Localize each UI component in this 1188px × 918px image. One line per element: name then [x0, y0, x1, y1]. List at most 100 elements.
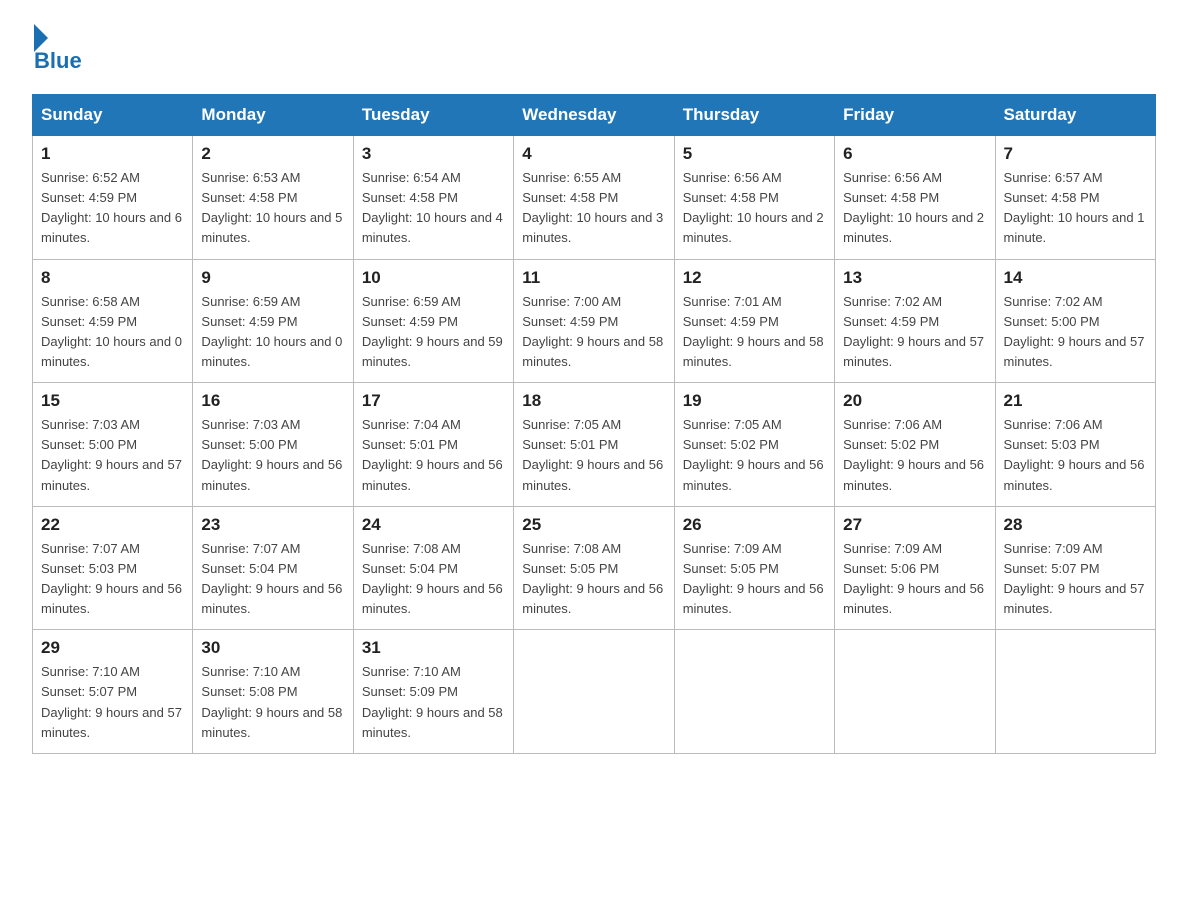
weekday-header-tuesday: Tuesday: [353, 95, 513, 136]
week-row-1: 1 Sunrise: 6:52 AMSunset: 4:59 PMDaylight…: [33, 136, 1156, 260]
day-info: Sunrise: 6:59 AMSunset: 4:59 PMDaylight:…: [201, 292, 344, 373]
calendar-cell: [674, 630, 834, 754]
day-number: 2: [201, 144, 344, 164]
calendar-cell: 23 Sunrise: 7:07 AMSunset: 5:04 PMDayligh…: [193, 506, 353, 630]
calendar-cell: 6 Sunrise: 6:56 AMSunset: 4:58 PMDaylight…: [835, 136, 995, 260]
day-info: Sunrise: 6:56 AMSunset: 4:58 PMDaylight:…: [843, 168, 986, 249]
day-info: Sunrise: 6:57 AMSunset: 4:58 PMDaylight:…: [1004, 168, 1147, 249]
day-info: Sunrise: 7:05 AMSunset: 5:02 PMDaylight:…: [683, 415, 826, 496]
week-row-2: 8 Sunrise: 6:58 AMSunset: 4:59 PMDaylight…: [33, 259, 1156, 383]
day-info: Sunrise: 6:52 AMSunset: 4:59 PMDaylight:…: [41, 168, 184, 249]
calendar-cell: 9Sunrise: 6:59 AMSunset: 4:59 PMDaylight…: [193, 259, 353, 383]
day-info: Sunrise: 7:10 AMSunset: 5:09 PMDaylight:…: [362, 662, 505, 743]
weekday-header-friday: Friday: [835, 95, 995, 136]
week-row-3: 15 Sunrise: 7:03 AMSunset: 5:00 PMDayligh…: [33, 383, 1156, 507]
weekday-header-thursday: Thursday: [674, 95, 834, 136]
day-info: Sunrise: 7:02 AMSunset: 5:00 PMDaylight:…: [1004, 292, 1147, 373]
calendar-cell: [514, 630, 674, 754]
day-number: 4: [522, 144, 665, 164]
calendar-cell: 2 Sunrise: 6:53 AMSunset: 4:58 PMDaylight…: [193, 136, 353, 260]
week-row-4: 22Sunrise: 7:07 AMSunset: 5:03 PMDayligh…: [33, 506, 1156, 630]
day-number: 6: [843, 144, 986, 164]
day-info: Sunrise: 7:05 AMSunset: 5:01 PMDaylight:…: [522, 415, 665, 496]
calendar-cell: 21Sunrise: 7:06 AMSunset: 5:03 PMDayligh…: [995, 383, 1155, 507]
day-info: Sunrise: 7:07 AMSunset: 5:04 PMDaylight:…: [201, 539, 344, 620]
day-info: Sunrise: 6:56 AMSunset: 4:58 PMDaylight:…: [683, 168, 826, 249]
calendar-cell: 18 Sunrise: 7:05 AMSunset: 5:01 PMDayligh…: [514, 383, 674, 507]
day-number: 12: [683, 268, 826, 288]
day-info: Sunrise: 7:06 AMSunset: 5:02 PMDaylight:…: [843, 415, 986, 496]
day-info: Sunrise: 7:08 AMSunset: 5:04 PMDaylight:…: [362, 539, 505, 620]
day-info: Sunrise: 7:04 AMSunset: 5:01 PMDaylight:…: [362, 415, 505, 496]
day-info: Sunrise: 7:03 AMSunset: 5:00 PMDaylight:…: [201, 415, 344, 496]
week-row-5: 29 Sunrise: 7:10 AMSunset: 5:07 PMDayligh…: [33, 630, 1156, 754]
calendar-cell: 5 Sunrise: 6:56 AMSunset: 4:58 PMDaylight…: [674, 136, 834, 260]
day-number: 3: [362, 144, 505, 164]
calendar-cell: 31Sunrise: 7:10 AMSunset: 5:09 PMDayligh…: [353, 630, 513, 754]
day-info: Sunrise: 6:59 AMSunset: 4:59 PMDaylight:…: [362, 292, 505, 373]
calendar-cell: 7Sunrise: 6:57 AMSunset: 4:58 PMDaylight…: [995, 136, 1155, 260]
day-number: 24: [362, 515, 505, 535]
day-info: Sunrise: 7:00 AMSunset: 4:59 PMDaylight:…: [522, 292, 665, 373]
calendar-cell: 16 Sunrise: 7:03 AMSunset: 5:00 PMDayligh…: [193, 383, 353, 507]
day-number: 20: [843, 391, 986, 411]
day-number: 26: [683, 515, 826, 535]
calendar-table: SundayMondayTuesdayWednesdayThursdayFrid…: [32, 94, 1156, 754]
day-info: Sunrise: 6:53 AMSunset: 4:58 PMDaylight:…: [201, 168, 344, 249]
day-number: 16: [201, 391, 344, 411]
day-number: 18: [522, 391, 665, 411]
calendar-cell: 12 Sunrise: 7:01 AMSunset: 4:59 PMDayligh…: [674, 259, 834, 383]
calendar-cell: 28 Sunrise: 7:09 AMSunset: 5:07 PMDayligh…: [995, 506, 1155, 630]
weekday-header-wednesday: Wednesday: [514, 95, 674, 136]
day-info: Sunrise: 7:10 AMSunset: 5:07 PMDaylight:…: [41, 662, 184, 743]
day-number: 28: [1004, 515, 1147, 535]
calendar-cell: 3 Sunrise: 6:54 AMSunset: 4:58 PMDaylight…: [353, 136, 513, 260]
day-number: 23: [201, 515, 344, 535]
day-number: 5: [683, 144, 826, 164]
day-number: 11: [522, 268, 665, 288]
logo-sub: Blue: [34, 48, 82, 74]
calendar-cell: 20 Sunrise: 7:06 AMSunset: 5:02 PMDayligh…: [835, 383, 995, 507]
day-number: 1: [41, 144, 184, 164]
calendar-cell: 14 Sunrise: 7:02 AMSunset: 5:00 PMDayligh…: [995, 259, 1155, 383]
day-info: Sunrise: 7:08 AMSunset: 5:05 PMDaylight:…: [522, 539, 665, 620]
page-header: Blue: [32, 24, 1156, 74]
day-number: 27: [843, 515, 986, 535]
day-info: Sunrise: 7:10 AMSunset: 5:08 PMDaylight:…: [201, 662, 344, 743]
weekday-header-row: SundayMondayTuesdayWednesdayThursdayFrid…: [33, 95, 1156, 136]
calendar-cell: 11 Sunrise: 7:00 AMSunset: 4:59 PMDayligh…: [514, 259, 674, 383]
day-number: 10: [362, 268, 505, 288]
calendar-cell: 15 Sunrise: 7:03 AMSunset: 5:00 PMDayligh…: [33, 383, 193, 507]
calendar-cell: 30 Sunrise: 7:10 AMSunset: 5:08 PMDayligh…: [193, 630, 353, 754]
calendar-cell: 17 Sunrise: 7:04 AMSunset: 5:01 PMDayligh…: [353, 383, 513, 507]
day-info: Sunrise: 6:55 AMSunset: 4:58 PMDaylight:…: [522, 168, 665, 249]
day-info: Sunrise: 7:01 AMSunset: 4:59 PMDaylight:…: [683, 292, 826, 373]
calendar-cell: 19 Sunrise: 7:05 AMSunset: 5:02 PMDayligh…: [674, 383, 834, 507]
day-info: Sunrise: 7:03 AMSunset: 5:00 PMDaylight:…: [41, 415, 184, 496]
day-info: Sunrise: 6:58 AMSunset: 4:59 PMDaylight:…: [41, 292, 184, 373]
day-number: 30: [201, 638, 344, 658]
weekday-header-saturday: Saturday: [995, 95, 1155, 136]
day-number: 25: [522, 515, 665, 535]
calendar-cell: 27Sunrise: 7:09 AMSunset: 5:06 PMDayligh…: [835, 506, 995, 630]
day-number: 19: [683, 391, 826, 411]
weekday-header-monday: Monday: [193, 95, 353, 136]
weekday-header-sunday: Sunday: [33, 95, 193, 136]
calendar-cell: 4 Sunrise: 6:55 AMSunset: 4:58 PMDaylight…: [514, 136, 674, 260]
day-number: 8: [41, 268, 184, 288]
day-info: Sunrise: 7:02 AMSunset: 4:59 PMDaylight:…: [843, 292, 986, 373]
day-number: 14: [1004, 268, 1147, 288]
day-number: 15: [41, 391, 184, 411]
day-number: 17: [362, 391, 505, 411]
day-info: Sunrise: 7:09 AMSunset: 5:07 PMDaylight:…: [1004, 539, 1147, 620]
logo: Blue: [32, 24, 82, 74]
calendar-cell: 13 Sunrise: 7:02 AMSunset: 4:59 PMDayligh…: [835, 259, 995, 383]
calendar-cell: 26 Sunrise: 7:09 AMSunset: 5:05 PMDayligh…: [674, 506, 834, 630]
day-number: 13: [843, 268, 986, 288]
day-info: Sunrise: 6:54 AMSunset: 4:58 PMDaylight:…: [362, 168, 505, 249]
day-info: Sunrise: 7:09 AMSunset: 5:05 PMDaylight:…: [683, 539, 826, 620]
calendar-cell: 1 Sunrise: 6:52 AMSunset: 4:59 PMDaylight…: [33, 136, 193, 260]
day-number: 29: [41, 638, 184, 658]
day-info: Sunrise: 7:07 AMSunset: 5:03 PMDaylight:…: [41, 539, 184, 620]
calendar-cell: 24 Sunrise: 7:08 AMSunset: 5:04 PMDayligh…: [353, 506, 513, 630]
